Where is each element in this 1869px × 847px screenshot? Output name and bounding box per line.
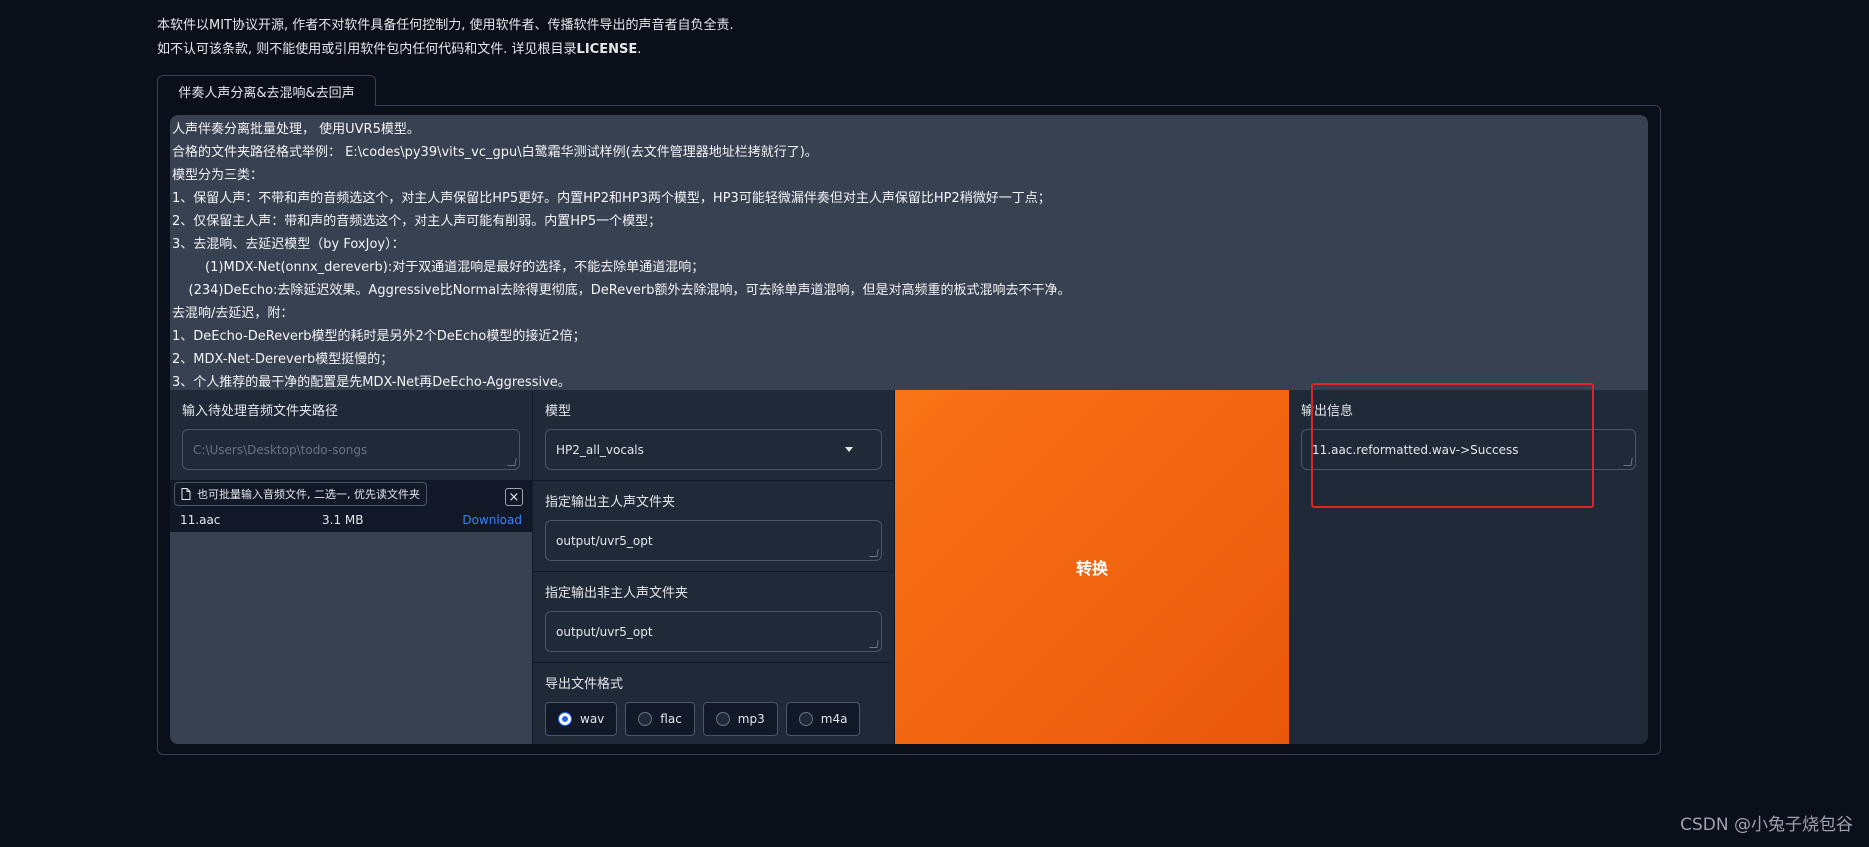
file-name: 11.aac: [180, 513, 221, 527]
resize-handle-icon[interactable]: [869, 549, 879, 557]
tab-vocal-separation[interactable]: 伴奏人声分离&去混响&去回声: [157, 75, 376, 106]
inst-dir-value: output/uvr5_opt: [556, 624, 653, 639]
output-value: 11.aac.reformatted.wav->Success: [1312, 442, 1519, 457]
format-option-mp3[interactable]: mp3: [702, 702, 778, 736]
settings-column: 模型 HP2_all_vocals 指定输出主人声文件夹 output/uvr5…: [533, 390, 895, 744]
file-size: 3.1 MB: [322, 513, 364, 527]
format-label: 导出文件格式: [545, 677, 624, 692]
chevron-down-icon: [845, 447, 853, 452]
format-option-label: m4a: [820, 712, 848, 726]
vocal-dir-block: 指定输出主人声文件夹 output/uvr5_opt: [533, 481, 894, 572]
license-link-text: LICENSE: [576, 42, 638, 57]
radio-checked-icon: [558, 712, 572, 726]
resize-handle-icon[interactable]: [507, 458, 517, 466]
license-notice: 本软件以MIT协议开源, 作者不对软件具备任何控制力, 使用软件者、传播软件导出…: [157, 14, 734, 62]
info-line: 1、保留人声：不带和声的音频选这个，对主人声保留比HP5更好。内置HP2和HP3…: [172, 191, 1051, 206]
format-option-label: flac: [660, 712, 682, 726]
format-option-label: wav: [580, 712, 605, 726]
model-select[interactable]: HP2_all_vocals: [545, 429, 882, 470]
format-option-flac[interactable]: flac: [625, 702, 695, 736]
close-icon: ×: [508, 489, 520, 505]
info-line: 模型分为三类：: [172, 168, 264, 183]
inst-dir-block: 指定输出非主人声文件夹 output/uvr5_opt: [533, 572, 894, 663]
info-line: 合格的文件夹路径格式举例： E:\codes\py39\vits_vc_gpu\…: [172, 145, 818, 160]
info-line: (1)MDX-Net(onnx_dereverb):对于双通道混响是最好的选择，…: [172, 260, 705, 275]
instructions-box: 人声伴奏分离批量处理， 使用UVR5模型。 合格的文件夹路径格式举例： E:\c…: [170, 115, 1648, 390]
output-block: 输出信息 11.aac.reformatted.wav->Success: [1289, 390, 1648, 480]
format-option-label: mp3: [737, 712, 765, 726]
model-label: 模型: [545, 404, 572, 419]
license-line-2-end: .: [637, 42, 642, 57]
info-line: 去混响/去延迟，附：: [172, 306, 294, 321]
output-label: 输出信息: [1301, 404, 1354, 419]
info-line: (234)DeEcho:去除延迟效果。Aggressive比Normal去除得更…: [172, 283, 1071, 298]
inst-dir-label: 指定输出非主人声文件夹: [545, 586, 689, 601]
watermark: CSDN @小兔子烧包谷: [1680, 815, 1853, 835]
info-line: 3、去混响、去延迟模型（by FoxJoy）：: [172, 237, 405, 252]
convert-button[interactable]: 转换: [895, 390, 1289, 744]
vocal-dir-label: 指定输出主人声文件夹: [545, 495, 676, 510]
file-icon: [181, 488, 191, 500]
format-option-wav[interactable]: wav: [545, 702, 618, 736]
info-line: 1、DeEcho-DeReverb模型的耗时是另外2个DeEcho模型的接近2倍…: [172, 329, 586, 344]
radio-unchecked-icon: [715, 712, 730, 726]
format-option-m4a[interactable]: m4a: [785, 702, 861, 736]
info-line: 2、MDX-Net-Dereverb模型挺慢的；: [172, 352, 394, 367]
input-column: 输入待处理音频文件夹路径 C:\Users\Desktop\todo-songs…: [170, 390, 533, 744]
file-upload-tooltip-text: 也可批量输入音频文件, 二选一, 优先读文件夹: [197, 488, 420, 501]
resize-handle-icon[interactable]: [1623, 458, 1633, 466]
output-textbox[interactable]: 11.aac.reformatted.wav->Success: [1301, 429, 1636, 470]
clear-files-button[interactable]: ×: [505, 488, 523, 506]
radio-unchecked-icon: [638, 712, 653, 726]
license-line-2-text: 如不认可该条款, 则不能使用或引用软件包内任何代码和文件. 详见根目录: [157, 42, 577, 57]
controls-row: 输入待处理音频文件夹路径 C:\Users\Desktop\todo-songs…: [170, 390, 1648, 744]
license-line-2: 如不认可该条款, 则不能使用或引用软件包内任何代码和文件. 详见根目录LICEN…: [157, 38, 734, 62]
input-folder-label: 输入待处理音频文件夹路径: [182, 404, 339, 419]
input-folder-block: 输入待处理音频文件夹路径 C:\Users\Desktop\todo-songs: [170, 390, 532, 481]
inst-dir-input[interactable]: output/uvr5_opt: [545, 611, 882, 652]
vocal-dir-value: output/uvr5_opt: [556, 533, 653, 548]
format-radio-group: wav flac mp3 m4a: [545, 702, 882, 736]
file-row: 11.aac 3.1 MB Download: [170, 508, 532, 532]
file-download-link[interactable]: Download: [462, 513, 522, 527]
file-upload-header: 也可批量输入音频文件, 二选一, 优先读文件夹: [170, 480, 532, 508]
input-folder-placeholder: C:\Users\Desktop\todo-songs: [193, 442, 368, 457]
input-folder-field[interactable]: C:\Users\Desktop\todo-songs: [182, 429, 520, 470]
vocal-dir-input[interactable]: output/uvr5_opt: [545, 520, 882, 561]
radio-unchecked-icon: [798, 712, 813, 726]
file-upload-tooltip: 也可批量输入音频文件, 二选一, 优先读文件夹: [174, 482, 427, 506]
convert-button-label: 转换: [1075, 559, 1108, 578]
model-select-value: HP2_all_vocals: [556, 442, 644, 457]
output-column: 输出信息 11.aac.reformatted.wav->Success: [1289, 390, 1648, 744]
model-block: 模型 HP2_all_vocals: [533, 390, 894, 481]
tab-label: 伴奏人声分离&去混响&去回声: [178, 85, 355, 101]
info-line: 人声伴奏分离批量处理， 使用UVR5模型。: [172, 122, 420, 137]
license-line-1: 本软件以MIT协议开源, 作者不对软件具备任何控制力, 使用软件者、传播软件导出…: [157, 18, 734, 33]
format-block: 导出文件格式 wav flac mp3 m4a: [533, 663, 894, 744]
resize-handle-icon[interactable]: [869, 640, 879, 648]
info-line: 2、仅保留主人声：带和声的音频选这个，对主人声可能有削弱。内置HP5一个模型；: [172, 214, 662, 229]
